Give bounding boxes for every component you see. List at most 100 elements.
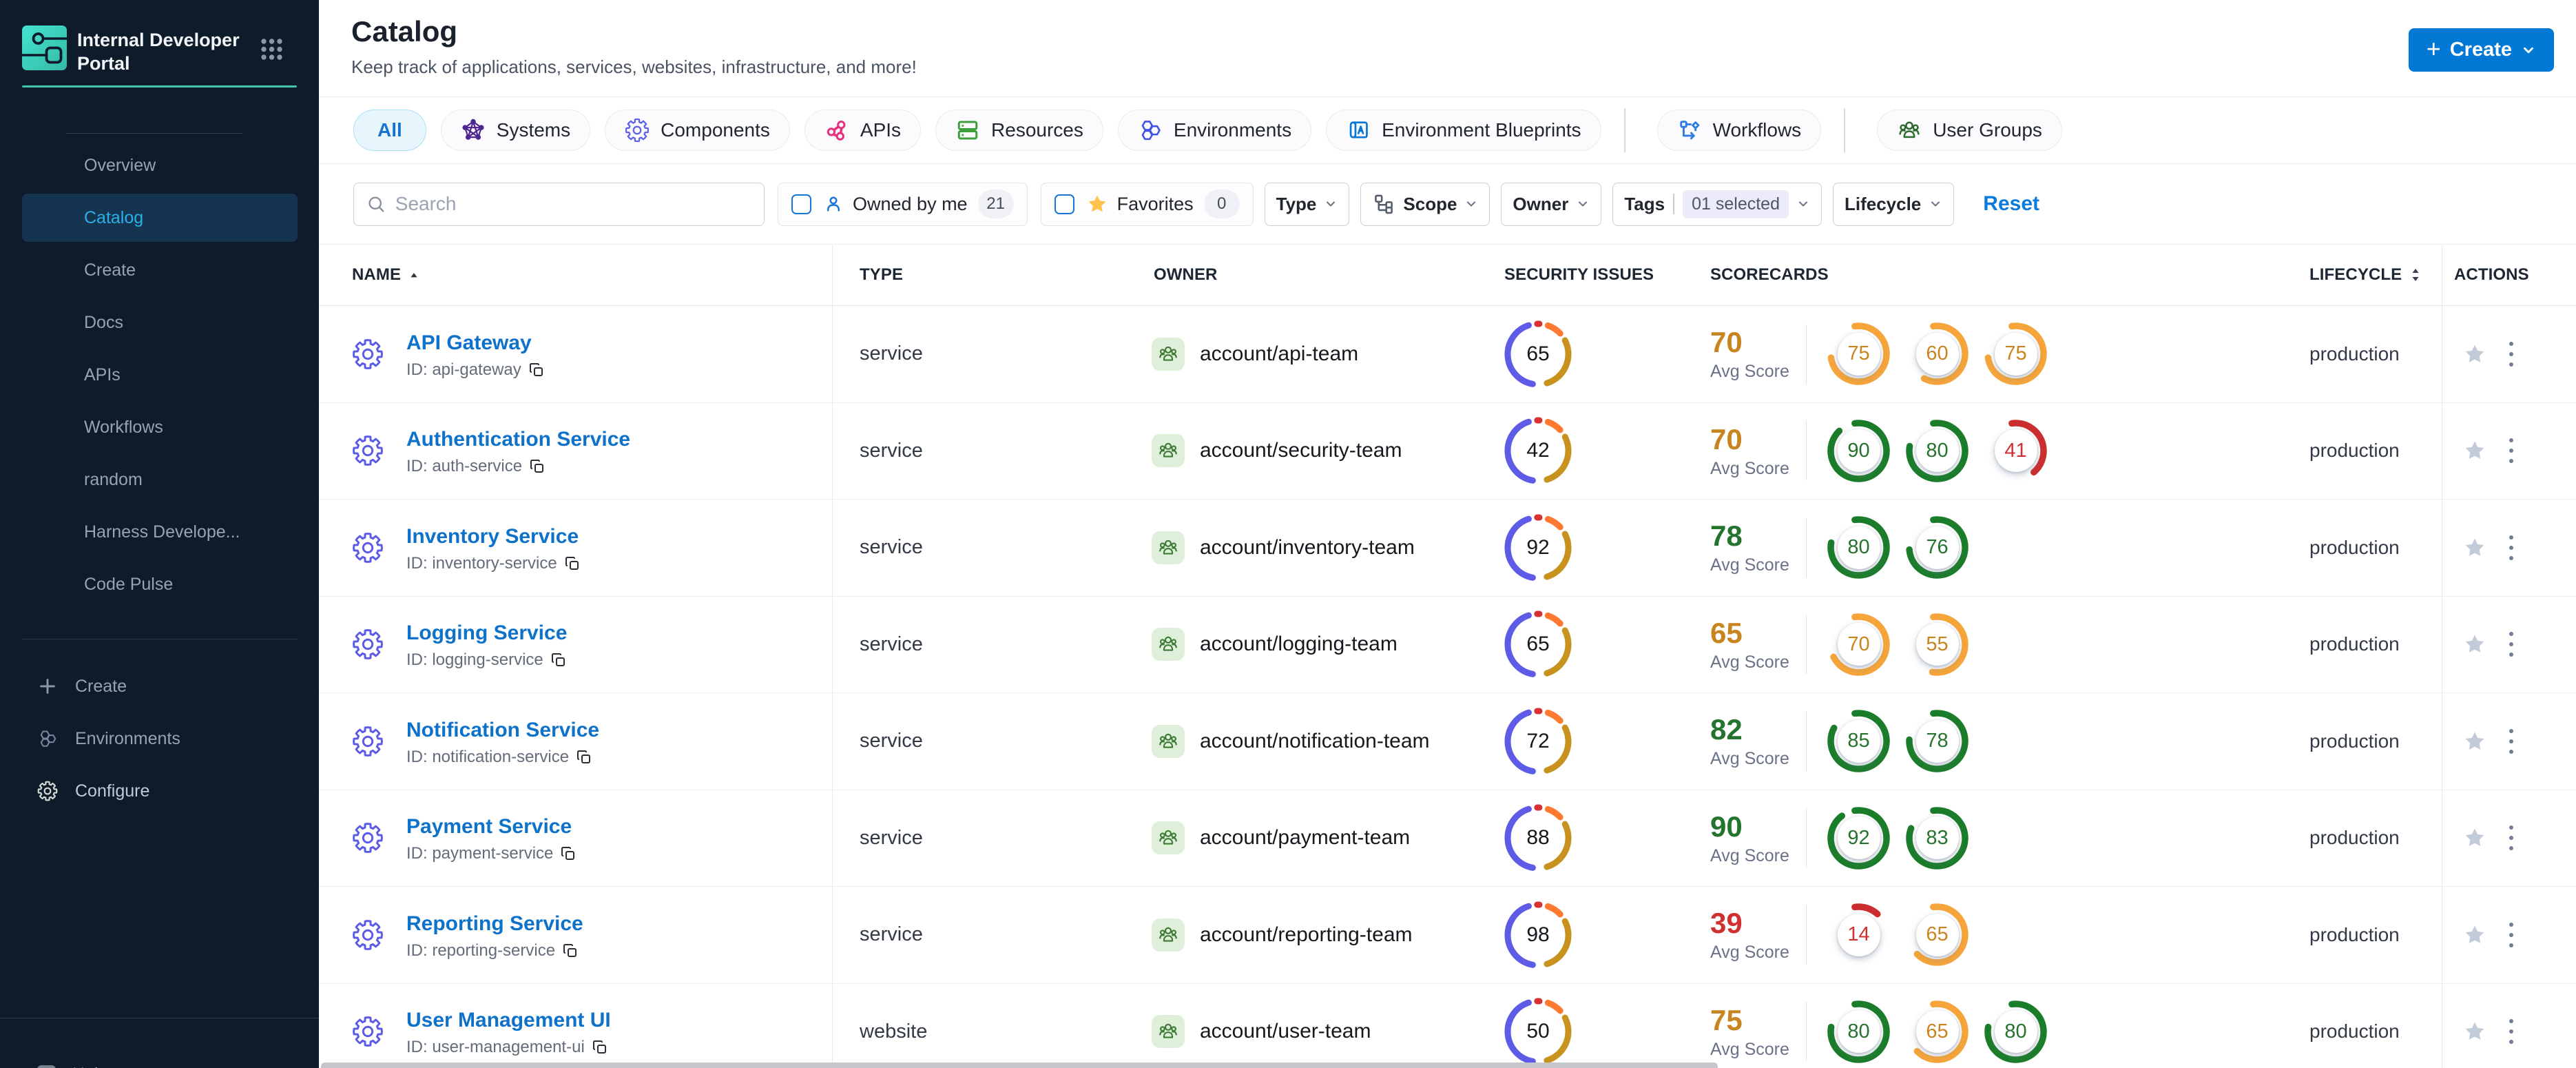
tab-apis[interactable]: APIs	[804, 110, 922, 151]
kebab-menu-button[interactable]	[2508, 726, 2515, 757]
favorite-star-button[interactable]	[2462, 632, 2487, 657]
tab-resources[interactable]: Resources	[935, 110, 1103, 151]
kebab-menu-button[interactable]	[2508, 533, 2515, 563]
owner-name[interactable]: account/user-team	[1200, 1020, 1371, 1043]
scorecard-value: 83	[1926, 826, 1949, 849]
kebab-menu-button[interactable]	[2508, 435, 2515, 466]
favorite-star-button[interactable]	[2462, 729, 2487, 754]
entity-name-link[interactable]: Notification Service	[406, 719, 599, 742]
copy-icon[interactable]	[562, 943, 579, 959]
sidebar-item-workflows[interactable]: Workflows	[22, 403, 298, 451]
scorecards-divider	[1806, 421, 1807, 481]
copy-icon[interactable]	[529, 458, 546, 475]
horizontal-scrollbar[interactable]	[321, 1062, 1718, 1068]
column-header-security[interactable]: SECURITY ISSUES	[1481, 265, 1687, 285]
kebab-menu-button[interactable]	[2508, 920, 2515, 950]
kebab-menu-button[interactable]	[2508, 823, 2515, 853]
sidebar-item-docs[interactable]: Docs	[22, 298, 298, 347]
owner-name[interactable]: account/logging-team	[1200, 633, 1398, 656]
entity-name-link[interactable]: Payment Service	[406, 815, 577, 839]
favorite-star-button[interactable]	[2462, 1019, 2487, 1044]
owner-name[interactable]: account/reporting-team	[1200, 923, 1413, 947]
owner-name[interactable]: account/payment-team	[1200, 826, 1410, 850]
copy-icon[interactable]	[528, 362, 545, 378]
sidebar-item-apis[interactable]: APIs	[22, 351, 298, 399]
tags-dropdown[interactable]: Tags 01 selected	[1612, 182, 1822, 226]
column-header-lifecycle[interactable]: LIFECYCLE	[2287, 265, 2442, 285]
tab-all[interactable]: All	[353, 110, 426, 151]
security-issues-value: 92	[1526, 535, 1550, 559]
favorite-star-button[interactable]	[2462, 438, 2487, 463]
entity-name-link[interactable]: Authentication Service	[406, 428, 630, 451]
owner-name[interactable]: account/api-team	[1200, 342, 1358, 366]
entity-name-link[interactable]: API Gateway	[406, 331, 545, 355]
copy-icon[interactable]	[550, 652, 567, 668]
kebab-menu-button[interactable]	[2508, 1016, 2515, 1047]
column-header-type[interactable]: TYPE	[832, 265, 1133, 285]
owner-name[interactable]: account/notification-team	[1200, 730, 1430, 753]
table-row[interactable]: API Gateway ID: api-gateway service acco…	[319, 306, 2576, 403]
app-grid-icon[interactable]	[260, 38, 283, 64]
table-row[interactable]: Notification Service ID: notification-se…	[319, 693, 2576, 790]
favorite-star-button[interactable]	[2462, 923, 2487, 947]
entity-name-link[interactable]: Inventory Service	[406, 525, 581, 548]
table-row[interactable]: Logging Service ID: logging-service serv…	[319, 597, 2576, 693]
chevron-down-icon	[1929, 197, 1942, 211]
scorecard-value: 55	[1926, 633, 1949, 655]
favorite-star-button[interactable]	[2462, 535, 2487, 560]
sidebar-bottom-configure[interactable]: Configure	[22, 765, 298, 817]
owned-by-me-checkbox[interactable]	[791, 194, 811, 214]
apis-icon	[824, 118, 849, 143]
kebab-menu-button[interactable]	[2508, 629, 2515, 659]
copy-icon[interactable]	[592, 1039, 608, 1056]
sidebar-item-random[interactable]: random	[22, 455, 298, 504]
kebab-menu-button[interactable]	[2508, 339, 2515, 369]
scope-dropdown[interactable]: Scope	[1360, 182, 1490, 226]
copy-icon[interactable]	[560, 845, 577, 862]
tab-workflows[interactable]: Workflows	[1656, 110, 1822, 151]
owner-name[interactable]: account/inventory-team	[1200, 536, 1415, 559]
entity-name-link[interactable]: User Management UI	[406, 1009, 611, 1032]
copy-icon[interactable]	[576, 749, 592, 766]
copy-icon[interactable]	[564, 555, 581, 572]
sidebar-item-catalog[interactable]: Catalog	[22, 194, 298, 242]
table-row[interactable]: Reporting Service ID: reporting-service …	[319, 887, 2576, 984]
reset-button[interactable]: Reset	[1983, 192, 2039, 216]
tab-components[interactable]: Components	[605, 110, 790, 151]
scorecard-ring: 65	[1906, 903, 1969, 966]
sidebar-item-create[interactable]: Create	[22, 246, 298, 294]
workflows-icon	[1677, 118, 1702, 143]
sidebar-item-overview[interactable]: Overview	[22, 141, 298, 189]
column-header-scorecards[interactable]: SCORECARDS	[1687, 265, 2287, 285]
create-button[interactable]: + Create	[2408, 28, 2554, 72]
owned-by-me-filter[interactable]: Owned by me 21	[778, 182, 1028, 226]
table-row[interactable]: User Management UI ID: user-management-u…	[319, 984, 2576, 1068]
favorite-star-button[interactable]	[2462, 825, 2487, 850]
tab-environment-blueprints[interactable]: Environment Blueprints	[1326, 110, 1601, 151]
entity-name-link[interactable]: Reporting Service	[406, 912, 583, 936]
search-input[interactable]	[395, 193, 751, 215]
table-row[interactable]: Payment Service ID: payment-service serv…	[319, 790, 2576, 887]
column-header-owner[interactable]: OWNER	[1133, 265, 1481, 285]
table-row[interactable]: Inventory Service ID: inventory-service …	[319, 500, 2576, 597]
favorites-filter[interactable]: Favorites 0	[1040, 182, 1254, 226]
favorites-checkbox[interactable]	[1054, 194, 1074, 214]
owner-name[interactable]: account/security-team	[1200, 439, 1402, 462]
favorite-star-button[interactable]	[2462, 342, 2487, 367]
app-logo[interactable]	[22, 25, 67, 70]
search-box[interactable]	[353, 182, 765, 226]
lifecycle-dropdown[interactable]: Lifecycle	[1832, 182, 1955, 226]
sidebar-item-harness-develope-[interactable]: Harness Develope...	[22, 508, 298, 556]
table-row[interactable]: Authentication Service ID: auth-service …	[319, 403, 2576, 500]
owner-dropdown[interactable]: Owner	[1501, 182, 1602, 226]
entity-name-link[interactable]: Logging Service	[406, 622, 567, 645]
sidebar-bottom-environments[interactable]: Environments	[22, 712, 298, 765]
sidebar-item-help[interactable]: ? Help	[37, 1065, 107, 1068]
sidebar-item-code-pulse[interactable]: Code Pulse	[22, 560, 298, 608]
sidebar-bottom-create[interactable]: Create	[22, 660, 298, 712]
type-dropdown[interactable]: Type	[1264, 182, 1350, 226]
tab-user-groups[interactable]: User Groups	[1877, 110, 2062, 151]
column-header-name[interactable]: NAME	[319, 265, 832, 285]
tab-systems[interactable]: Systems	[440, 110, 591, 151]
tab-environments[interactable]: Environments	[1117, 110, 1312, 151]
